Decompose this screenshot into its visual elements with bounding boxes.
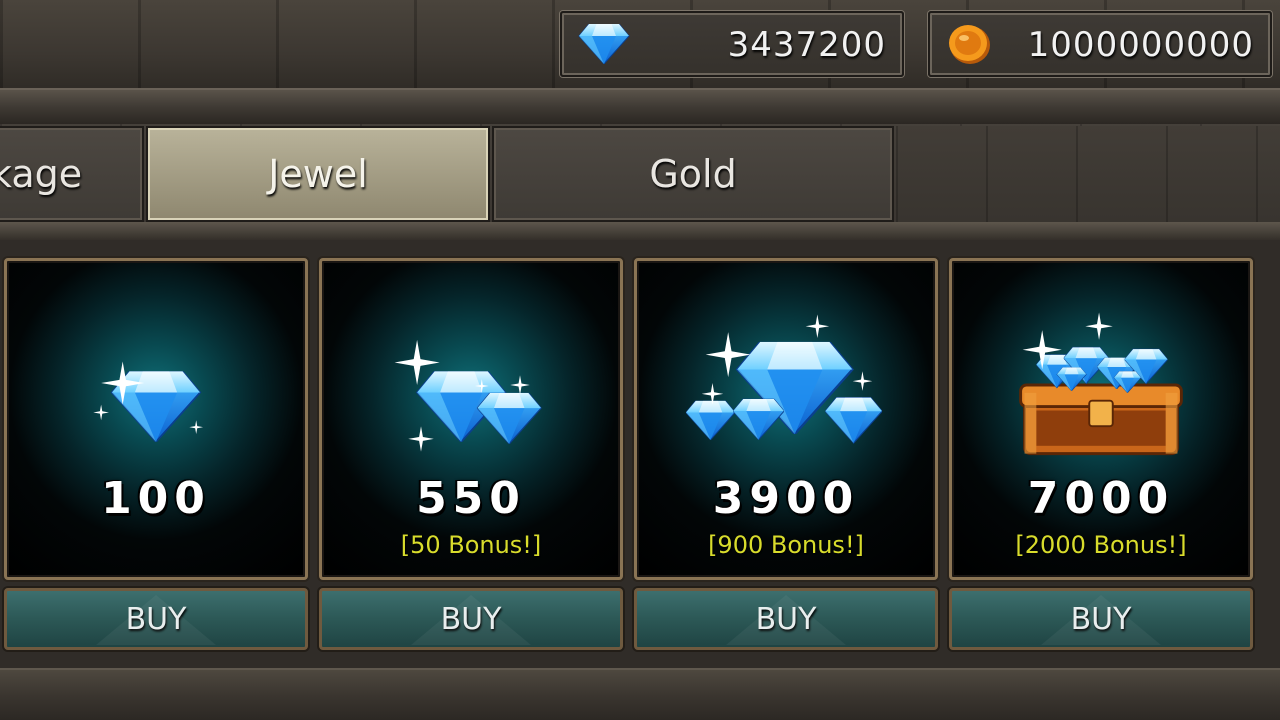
tab-bar-filler (896, 126, 1280, 222)
item-amount: 7000 (1027, 473, 1175, 524)
wall-ledge (0, 88, 1280, 124)
item-amount: 100 (101, 473, 211, 524)
buy-button[interactable]: BUY (4, 588, 308, 650)
shop-item-card[interactable]: 100 (4, 258, 308, 580)
gold-balance: 1000000000 (928, 11, 1272, 77)
item-bonus: [900 Bonus!] (708, 531, 864, 559)
gem-balance: 3437200 (560, 11, 904, 77)
gold-coin-icon (949, 25, 990, 64)
diamond-pile-icon (686, 314, 883, 444)
item-bonus: [2000 Bonus!] (1015, 531, 1187, 559)
item-bonus: [50 Bonus!] (400, 531, 542, 559)
tab-gold-label: Gold (649, 152, 737, 196)
item-amount: 3900 (712, 473, 860, 524)
shop-item-card[interactable]: 3900 [900 Bonus!] (634, 258, 938, 580)
gem-balance-value: 3437200 (727, 25, 886, 65)
tab-package-label: kage (0, 152, 83, 196)
buy-button[interactable]: BUY (634, 588, 938, 650)
buy-button[interactable]: BUY (949, 588, 1253, 650)
two-diamonds-icon (394, 339, 542, 452)
buy-button[interactable]: BUY (319, 588, 623, 650)
diamond-icon (578, 24, 630, 64)
single-diamond-icon (93, 361, 204, 442)
tab-package[interactable]: kage (0, 126, 144, 222)
tab-gold[interactable]: Gold (492, 126, 894, 222)
diamond-chest-icon (1019, 312, 1183, 456)
item-amount: 550 (416, 473, 526, 524)
tab-shelf (0, 222, 1280, 242)
gold-balance-value: 1000000000 (1027, 25, 1254, 65)
shop-item-card[interactable]: 7000 [2000 Bonus!] (949, 258, 1253, 580)
shop-item-card[interactable]: 550 [50 Bonus!] (319, 258, 623, 580)
tab-jewel[interactable]: Jewel (146, 126, 490, 222)
shop-screen: 3437200 1000000000 kage Jewel Gold 100 B… (0, 0, 1280, 720)
bottom-wall (0, 668, 1280, 720)
tab-jewel-label: Jewel (268, 152, 368, 196)
